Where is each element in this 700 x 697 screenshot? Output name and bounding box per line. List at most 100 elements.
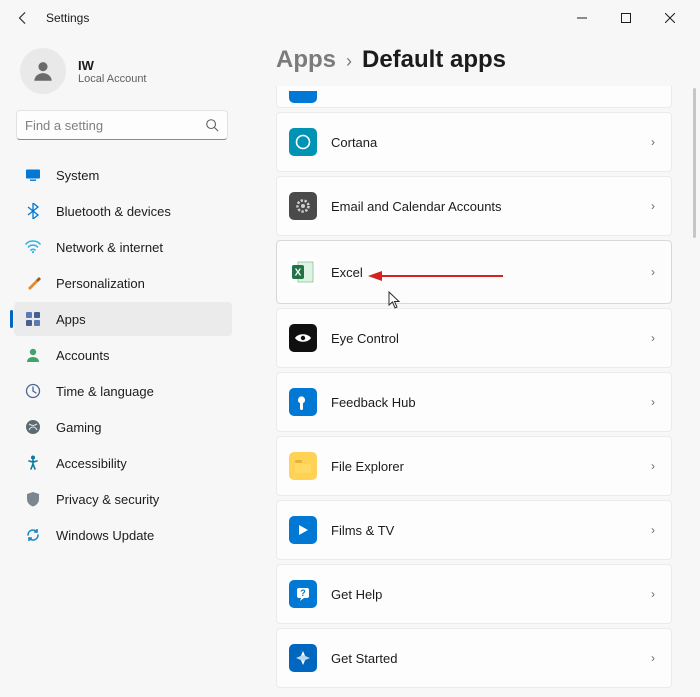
app-label: Eye Control	[331, 331, 651, 346]
chevron-right-icon: ›	[651, 523, 655, 537]
app-row-get-help[interactable]: ? Get Help ›	[276, 564, 672, 624]
sidebar-item-label: Accounts	[56, 348, 109, 363]
folder-icon	[289, 452, 317, 480]
titlebar: Settings	[0, 0, 700, 36]
app-label: Get Started	[331, 651, 651, 666]
sidebar-item-system[interactable]: System	[14, 158, 232, 192]
window-title: Settings	[46, 11, 89, 25]
app-row-feedback-hub[interactable]: Feedback Hub ›	[276, 372, 672, 432]
sidebar: IW Local Account System Bluetooth & devi…	[0, 36, 240, 697]
search-icon	[205, 118, 219, 132]
sidebar-item-privacy[interactable]: Privacy & security	[14, 482, 232, 516]
help-icon: ?	[289, 580, 317, 608]
window-controls	[560, 3, 692, 33]
eye-icon	[289, 324, 317, 352]
minimize-icon	[577, 13, 587, 23]
sidebar-item-label: Time & language	[56, 384, 154, 399]
wifi-icon	[24, 238, 42, 256]
arrow-left-icon	[16, 11, 30, 25]
sidebar-item-label: Network & internet	[56, 240, 163, 255]
chevron-right-icon: ›	[651, 199, 655, 213]
cortana-icon	[289, 128, 317, 156]
app-row-cortana[interactable]: Cortana ›	[276, 112, 672, 172]
sidebar-item-update[interactable]: Windows Update	[14, 518, 232, 552]
minimize-button[interactable]	[560, 3, 604, 33]
app-label: Feedback Hub	[331, 395, 651, 410]
chevron-right-icon: ›	[651, 395, 655, 409]
app-row-file-explorer[interactable]: File Explorer ›	[276, 436, 672, 496]
person-icon	[24, 346, 42, 364]
app-label: Excel	[331, 265, 651, 280]
app-label: Email and Calendar Accounts	[331, 199, 651, 214]
account-block[interactable]: IW Local Account	[14, 42, 232, 110]
breadcrumb-parent[interactable]: Apps	[276, 46, 336, 74]
display-icon	[24, 166, 42, 184]
gear-icon	[289, 192, 317, 220]
sidebar-item-gaming[interactable]: Gaming	[14, 410, 232, 444]
svg-text:?: ?	[300, 588, 306, 598]
chevron-right-icon: ›	[651, 459, 655, 473]
accessibility-icon	[24, 454, 42, 472]
bluetooth-icon	[24, 202, 42, 220]
sidebar-item-label: Gaming	[56, 420, 102, 435]
app-label: Films & TV	[331, 523, 651, 538]
close-button[interactable]	[648, 3, 692, 33]
excel-icon: X	[289, 258, 317, 286]
compass-icon	[289, 644, 317, 672]
sidebar-item-label: System	[56, 168, 99, 183]
app-label: File Explorer	[331, 459, 651, 474]
breadcrumb-current: Default apps	[362, 46, 506, 74]
maximize-button[interactable]	[604, 3, 648, 33]
app-row-partial[interactable]	[276, 86, 672, 108]
svg-text:X: X	[295, 268, 302, 279]
app-row-excel[interactable]: X Excel ›	[276, 240, 672, 304]
main: Apps › Default apps Cortana › Email and …	[240, 36, 700, 697]
chevron-right-icon: ›	[651, 331, 655, 345]
app-label: Cortana	[331, 135, 651, 150]
chevron-right-icon: ›	[651, 651, 655, 665]
maximize-icon	[621, 13, 631, 23]
sidebar-item-network[interactable]: Network & internet	[14, 230, 232, 264]
close-icon	[665, 13, 675, 23]
content: IW Local Account System Bluetooth & devi…	[0, 36, 700, 697]
app-label: Get Help	[331, 587, 651, 602]
scrollbar-thumb[interactable]	[693, 88, 696, 238]
app-row-email-calendar[interactable]: Email and Calendar Accounts ›	[276, 176, 672, 236]
xbox-icon	[24, 418, 42, 436]
sidebar-item-label: Apps	[56, 312, 86, 327]
app-icon	[289, 91, 317, 103]
sidebar-item-label: Accessibility	[56, 456, 127, 471]
sidebar-item-label: Bluetooth & devices	[56, 204, 171, 219]
chevron-right-icon: ›	[346, 51, 352, 72]
play-icon	[289, 516, 317, 544]
breadcrumb: Apps › Default apps	[276, 46, 674, 74]
sidebar-item-personalization[interactable]: Personalization	[14, 266, 232, 300]
sidebar-item-accounts[interactable]: Accounts	[14, 338, 232, 372]
sidebar-item-accessibility[interactable]: Accessibility	[14, 446, 232, 480]
account-name: IW	[78, 58, 147, 73]
app-row-eye-control[interactable]: Eye Control ›	[276, 308, 672, 368]
update-icon	[24, 526, 42, 544]
paintbrush-icon	[24, 274, 42, 292]
person-icon	[30, 58, 56, 84]
chevron-right-icon: ›	[651, 265, 655, 279]
account-type: Local Account	[78, 73, 147, 85]
sidebar-item-bluetooth[interactable]: Bluetooth & devices	[14, 194, 232, 228]
search-input[interactable]	[25, 118, 205, 133]
apps-icon	[24, 310, 42, 328]
search-box[interactable]	[16, 110, 228, 140]
default-apps-list[interactable]: Cortana › Email and Calendar Accounts › …	[276, 86, 674, 697]
app-row-get-started[interactable]: Get Started ›	[276, 628, 672, 688]
chevron-right-icon: ›	[651, 587, 655, 601]
feedback-icon	[289, 388, 317, 416]
sidebar-item-label: Windows Update	[56, 528, 154, 543]
back-button[interactable]	[8, 3, 38, 33]
shield-icon	[24, 490, 42, 508]
sidebar-item-time[interactable]: Time & language	[14, 374, 232, 408]
clock-icon	[24, 382, 42, 400]
nav-list: System Bluetooth & devices Network & int…	[14, 158, 232, 552]
sidebar-item-label: Personalization	[56, 276, 145, 291]
chevron-right-icon: ›	[651, 135, 655, 149]
app-row-films-tv[interactable]: Films & TV ›	[276, 500, 672, 560]
sidebar-item-apps[interactable]: Apps	[14, 302, 232, 336]
